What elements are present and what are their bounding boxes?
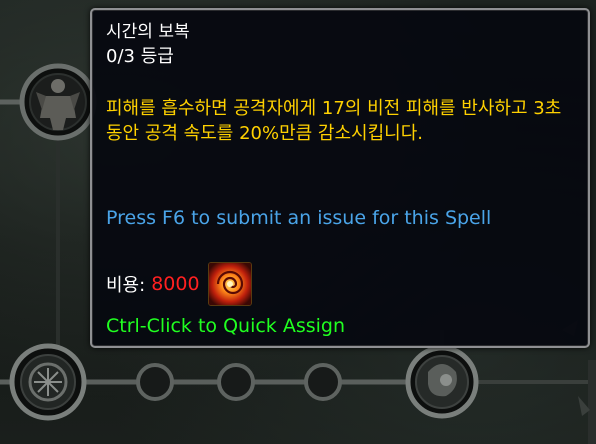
cost-label: 비용: [106,275,146,296]
spell-title: 시간의 보복 [106,22,190,42]
cost-value: 8000 [151,273,200,295]
issue-report-hint: Press F6 to submit an issue for this Spe… [106,207,492,229]
spell-rank: 0/3 등급 [106,46,174,67]
arcane-rune-icon[interactable] [9,343,87,421]
quick-assign-hint: Ctrl-Click to Quick Assign [106,315,346,337]
spell-tooltip: 시간의 보복 0/3 등급 피해를 흡수하면 공격자에게 17의 비전 피해를 … [90,8,590,348]
dark-spell-icon[interactable] [405,345,479,419]
spell-cost: 비용: 8000 [106,262,252,306]
spell-description: 피해를 흡수하면 공격자에게 17의 비전 피해를 반사하고 3초 동안 공격 … [106,98,562,144]
empty-node-icon[interactable] [304,363,342,401]
arcane-vortex-icon [207,262,252,306]
warrior-figure-icon[interactable] [19,63,97,141]
empty-node-icon[interactable] [217,363,255,401]
empty-node-icon[interactable] [136,363,174,401]
